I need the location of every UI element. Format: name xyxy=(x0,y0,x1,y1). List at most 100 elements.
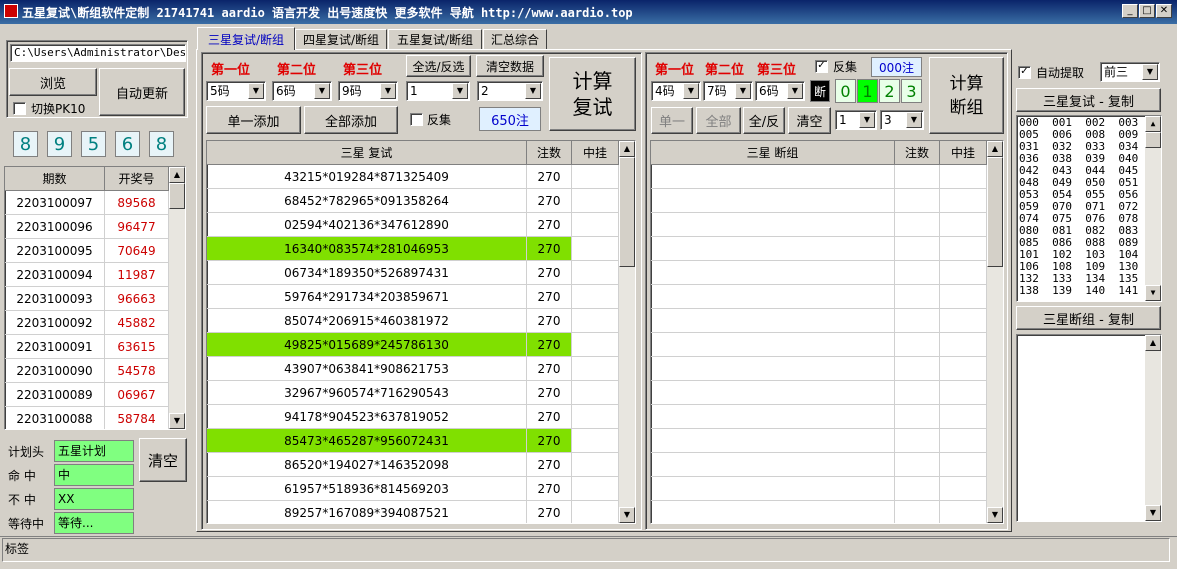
duanzu-digit[interactable]: 1 xyxy=(857,79,878,103)
table-row[interactable]: 2203100090 54578 xyxy=(5,359,169,383)
table-row[interactable]: 86520*194027*146352098 270 xyxy=(207,453,619,477)
table-row[interactable]: 43215*019284*871325409 270 xyxy=(207,165,619,189)
scroll-thumb[interactable] xyxy=(619,157,635,267)
close-button[interactable]: ✕ xyxy=(1156,4,1172,18)
switch-pk10-checkbox[interactable] xyxy=(13,102,26,115)
duanzu-all-button[interactable]: 全部 xyxy=(696,107,741,134)
table-row[interactable]: 89257*167089*394087521 270 xyxy=(207,501,619,523)
table-row[interactable]: 2203100091 63615 xyxy=(5,335,169,359)
list-scrollbar[interactable]: ▲ ▼ xyxy=(1145,335,1161,521)
fushi-pos1-select[interactable]: 5码 ▼ xyxy=(206,81,266,101)
table-row[interactable]: 2203100092 45882 xyxy=(5,311,169,335)
table-row[interactable]: 2203100097 89568 xyxy=(5,191,169,215)
table-row[interactable]: 68452*782965*091358264 270 xyxy=(207,189,619,213)
table-row[interactable]: 85473*465287*956072431 270 xyxy=(207,429,619,453)
table-row[interactable]: 2203100088 58784 xyxy=(5,407,169,429)
fushi-pos2-select[interactable]: 6码 ▼ xyxy=(272,81,332,101)
path-input[interactable]: C:\Users\Administrator\Desktop xyxy=(10,44,186,62)
front-select[interactable]: 前三 ▼ xyxy=(1100,62,1160,82)
table-row[interactable] xyxy=(651,405,987,429)
chevron-down-icon[interactable]: ▼ xyxy=(525,83,541,99)
scroll-up-icon[interactable]: ▲ xyxy=(169,167,185,183)
select-all-button[interactable]: 全选/反选 xyxy=(406,55,471,77)
scroll-up-icon[interactable]: ▲ xyxy=(1145,335,1161,351)
scroll-down-icon[interactable]: ▼ xyxy=(1145,285,1161,301)
table-row[interactable]: 2203100089 06967 xyxy=(5,383,169,407)
table-row[interactable]: 85074*206915*460381972 270 xyxy=(207,309,619,333)
table-row[interactable] xyxy=(651,213,987,237)
copy-duanzu-button[interactable]: 三星断组 - 复制 xyxy=(1016,306,1161,330)
duanzu-clear-button[interactable]: 清空 xyxy=(788,107,831,134)
scroll-down-icon[interactable]: ▼ xyxy=(987,507,1003,523)
table-row[interactable] xyxy=(651,309,987,333)
tab-three-star[interactable]: 三星复试/断组 xyxy=(197,27,295,50)
scroll-thumb[interactable] xyxy=(169,183,185,209)
plan-miss-field[interactable]: XX xyxy=(54,488,134,510)
table-row[interactable] xyxy=(651,237,987,261)
tab-five-star[interactable]: 五星复试/断组 xyxy=(388,29,482,50)
list-scrollbar[interactable]: ▲ ▼ xyxy=(1145,116,1161,301)
duanzu-result-list[interactable]: ▲ ▼ xyxy=(1016,334,1162,522)
tab-four-star[interactable]: 四星复试/断组 xyxy=(295,29,387,50)
table-row[interactable] xyxy=(651,381,987,405)
duanzu-pos1-select[interactable]: 4码 ▼ xyxy=(651,81,701,101)
table-row[interactable]: 2203100095 70649 xyxy=(5,239,169,263)
duanzu-allrev-button[interactable]: 全/反 xyxy=(743,107,785,134)
table-row[interactable] xyxy=(651,333,987,357)
fushi-pos3-select[interactable]: 9码 ▼ xyxy=(338,81,398,101)
chevron-down-icon[interactable]: ▼ xyxy=(906,112,922,128)
duanzu-digit[interactable]: 0 xyxy=(835,79,856,103)
auto-update-button[interactable]: 自动更新 xyxy=(99,68,185,116)
table-row[interactable] xyxy=(651,261,987,285)
duanzu-pos2-select[interactable]: 7码 ▼ xyxy=(703,81,753,101)
scroll-down-icon[interactable]: ▼ xyxy=(169,413,185,429)
duanzu-combo2[interactable]: 3 ▼ xyxy=(880,110,924,130)
table-row[interactable]: 43907*063841*908621753 270 xyxy=(207,357,619,381)
duan-button[interactable]: 断 xyxy=(810,80,830,102)
history-scrollbar[interactable]: ▲ ▼ xyxy=(169,167,185,429)
fushi-result-list[interactable]: 000 001 002 003 004 005 006 008 009 030 … xyxy=(1016,115,1162,302)
chevron-down-icon[interactable]: ▼ xyxy=(683,83,699,99)
table-row[interactable]: 2203100096 96477 xyxy=(5,215,169,239)
fushi-scrollbar[interactable]: ▲ ▼ xyxy=(619,141,635,523)
table-row[interactable] xyxy=(651,189,987,213)
duanzu-scrollbar[interactable]: ▲ ▼ xyxy=(987,141,1003,523)
duanzu-single-button[interactable]: 单一 xyxy=(651,107,693,134)
plan-wait-field[interactable]: 等待... xyxy=(54,512,134,534)
table-row[interactable]: 61957*518936*814569203 270 xyxy=(207,477,619,501)
table-row[interactable] xyxy=(651,501,987,523)
duanzu-reverse-checkbox[interactable]: ✓ xyxy=(815,60,828,73)
maximize-button[interactable]: □ xyxy=(1139,4,1155,18)
calc-duanzu-button[interactable]: 计算 断组 xyxy=(929,57,1004,134)
duanzu-digit[interactable]: 2 xyxy=(879,79,900,103)
copy-fushi-button[interactable]: 三星复试 - 复制 xyxy=(1016,88,1161,112)
fushi-combo1[interactable]: 1 ▼ xyxy=(406,81,470,101)
minimize-button[interactable]: _ xyxy=(1122,4,1138,18)
chevron-down-icon[interactable]: ▼ xyxy=(248,83,264,99)
scroll-thumb[interactable] xyxy=(1145,132,1161,148)
scroll-down-icon[interactable]: ▼ xyxy=(1145,505,1161,521)
all-add-button[interactable]: 全部添加 xyxy=(304,106,398,134)
auto-fetch-checkbox[interactable]: ✓ xyxy=(1018,66,1031,79)
clear-data-button[interactable]: 清空数据 xyxy=(476,55,544,77)
table-row[interactable]: 06734*189350*526897431 270 xyxy=(207,261,619,285)
calc-fushi-button[interactable]: 计算 复试 xyxy=(549,57,636,131)
scroll-down-icon[interactable]: ▼ xyxy=(619,507,635,523)
chevron-down-icon[interactable]: ▼ xyxy=(452,83,468,99)
table-row[interactable]: 02594*402136*347612890 270 xyxy=(207,213,619,237)
plan-hit-field[interactable]: 中 xyxy=(54,464,134,486)
table-row[interactable]: 59764*291734*203859671 270 xyxy=(207,285,619,309)
scroll-up-icon[interactable]: ▲ xyxy=(619,141,635,157)
browse-button[interactable]: 浏览 xyxy=(9,68,97,96)
table-row[interactable]: 32967*960574*716290543 270 xyxy=(207,381,619,405)
table-row[interactable]: 2203100093 96663 xyxy=(5,287,169,311)
table-row[interactable]: 16340*083574*281046953 270 xyxy=(207,237,619,261)
table-row[interactable]: 94178*904523*637819052 270 xyxy=(207,405,619,429)
scroll-up-icon[interactable]: ▲ xyxy=(987,141,1003,157)
chevron-down-icon[interactable]: ▼ xyxy=(735,83,751,99)
duanzu-pos3-select[interactable]: 6码 ▼ xyxy=(755,81,805,101)
chevron-down-icon[interactable]: ▼ xyxy=(859,112,875,128)
table-row[interactable]: 49825*015689*245786130 270 xyxy=(207,333,619,357)
table-row[interactable]: 2203100094 11987 xyxy=(5,263,169,287)
chevron-down-icon[interactable]: ▼ xyxy=(314,83,330,99)
